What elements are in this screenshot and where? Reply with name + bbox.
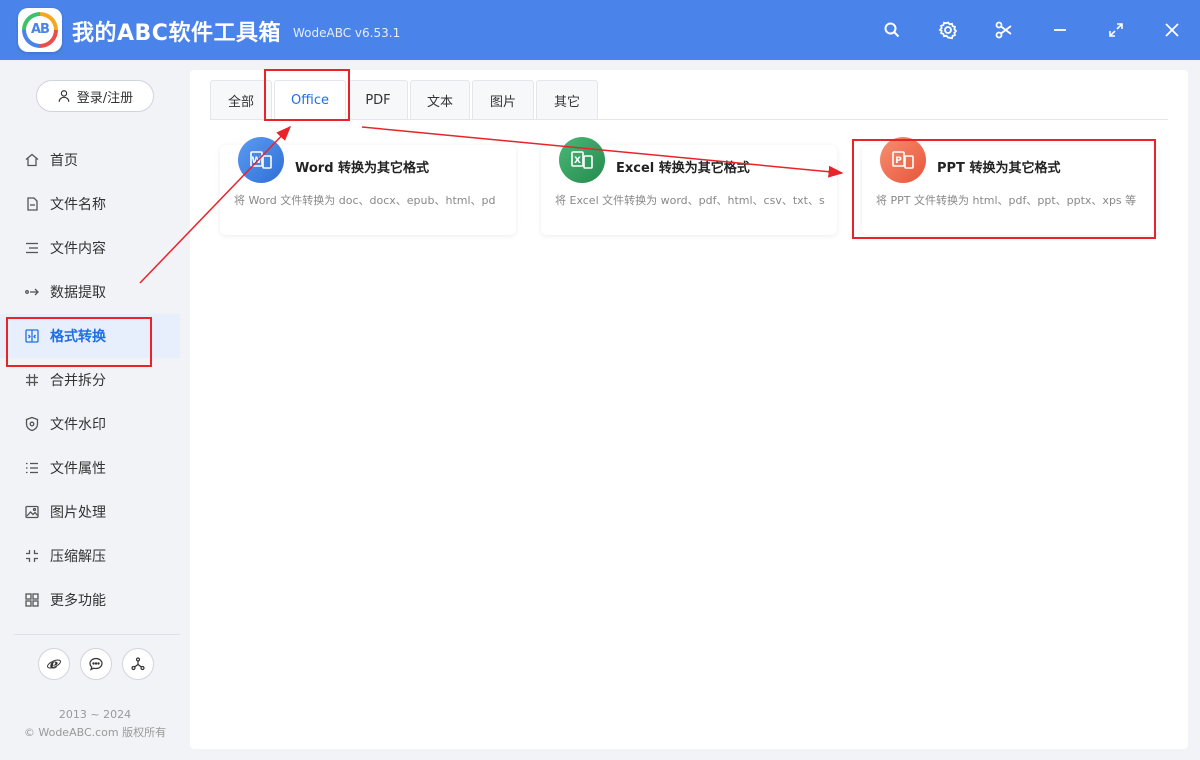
card-description: 将 Excel 文件转换为 word、pdf、html、csv、txt、s bbox=[555, 194, 825, 207]
ppt-convert-card[interactable]: P PPT 转换为其它格式 将 PPT 文件转换为 html、pdf、ppt、p… bbox=[862, 137, 1158, 235]
home-icon bbox=[25, 153, 39, 167]
sidebar-item-label: 数据提取 bbox=[50, 285, 106, 301]
user-icon bbox=[58, 90, 70, 102]
minimize-icon[interactable] bbox=[1048, 18, 1072, 42]
scissors-icon[interactable] bbox=[992, 18, 1016, 42]
card-title: Word 转换为其它格式 bbox=[295, 161, 430, 176]
app-logo: AB bbox=[18, 8, 62, 52]
title-bar: AB 我的ABC软件工具箱 WodeABC v6.53.1 bbox=[0, 0, 1200, 60]
chat-icon[interactable] bbox=[80, 648, 112, 680]
excel-convert-card[interactable]: X Excel 转换为其它格式 将 Excel 文件转换为 word、pdf、h… bbox=[541, 137, 837, 235]
tab-office[interactable]: Office bbox=[274, 80, 346, 120]
sidebar: 登录/注册 首页 文件名称 文件内容 数据提取 格式转换 合并拆分 文件水印 文… bbox=[0, 60, 180, 760]
gear-icon[interactable] bbox=[936, 18, 960, 42]
card-description: 将 PPT 文件转换为 html、pdf、ppt、pptx、xps 等 bbox=[876, 194, 1137, 207]
maximize-icon[interactable] bbox=[1104, 18, 1128, 42]
svg-text:X: X bbox=[574, 156, 581, 166]
sidebar-item-label: 文件内容 bbox=[50, 241, 106, 257]
sidebar-item-label: 文件名称 bbox=[50, 197, 106, 213]
app-version: WodeABC v6.53.1 bbox=[293, 26, 401, 40]
category-tabs: 全部 Office PDF 文本 图片 其它 bbox=[210, 80, 600, 120]
format-convert-icon bbox=[25, 329, 39, 343]
word-icon: W bbox=[238, 137, 284, 183]
app-logo-text: AB bbox=[26, 16, 54, 44]
excel-icon: X bbox=[559, 137, 605, 183]
watermark-icon bbox=[25, 416, 39, 432]
svg-text:W: W bbox=[252, 156, 262, 166]
sidebar-item-data-extract[interactable]: 数据提取 bbox=[0, 270, 180, 314]
search-icon[interactable] bbox=[880, 18, 904, 42]
tab-image[interactable]: 图片 bbox=[472, 80, 534, 120]
compress-icon bbox=[26, 550, 38, 562]
login-button[interactable]: 登录/注册 bbox=[36, 80, 154, 112]
sidebar-item-file-properties[interactable]: 文件属性 bbox=[0, 446, 180, 490]
close-icon[interactable] bbox=[1160, 18, 1184, 42]
tab-text[interactable]: 文本 bbox=[410, 80, 470, 120]
merge-split-icon bbox=[26, 374, 38, 386]
copyright-years: 2013 ~ 2024 bbox=[58, 708, 132, 721]
ppt-icon: P bbox=[880, 137, 926, 183]
file-name-icon bbox=[27, 197, 38, 211]
word-convert-card[interactable]: W Word 转换为其它格式 将 Word 文件转换为 doc、docx、epu… bbox=[220, 137, 516, 235]
sidebar-item-compress[interactable]: 压缩解压 bbox=[0, 534, 180, 578]
file-properties-icon bbox=[26, 462, 38, 474]
sidebar-item-file-content[interactable]: 文件内容 bbox=[0, 226, 180, 270]
sidebar-item-label: 首页 bbox=[50, 153, 78, 169]
tab-other[interactable]: 其它 bbox=[536, 80, 598, 120]
sidebar-item-more-features[interactable]: 更多功能 bbox=[0, 578, 180, 622]
tab-all[interactable]: 全部 bbox=[210, 80, 272, 120]
image-process-icon bbox=[25, 505, 39, 519]
card-title: Excel 转换为其它格式 bbox=[616, 161, 750, 176]
sidebar-item-label: 图片处理 bbox=[50, 505, 106, 521]
sidebar-item-label: 文件水印 bbox=[50, 417, 106, 433]
sidebar-item-file-name[interactable]: 文件名称 bbox=[0, 182, 180, 226]
sidebar-item-watermark[interactable]: 文件水印 bbox=[0, 402, 180, 446]
data-extract-icon bbox=[25, 288, 39, 296]
sidebar-item-image-process[interactable]: 图片处理 bbox=[0, 490, 180, 534]
ie-browser-icon[interactable]: e bbox=[38, 648, 70, 680]
main-panel: 全部 Office PDF 文本 图片 其它 W Word 转换为其它格式 将 … bbox=[190, 70, 1188, 749]
sidebar-item-label: 格式转换 bbox=[50, 329, 106, 345]
login-label: 登录/注册 bbox=[76, 90, 134, 106]
sidebar-item-merge-split[interactable]: 合并拆分 bbox=[0, 358, 180, 402]
sidebar-divider bbox=[14, 634, 180, 635]
sidebar-item-label: 压缩解压 bbox=[50, 549, 106, 565]
card-description: 将 Word 文件转换为 doc、docx、epub、html、pd bbox=[234, 194, 496, 207]
app-title: 我的ABC软件工具箱 bbox=[72, 21, 281, 46]
tabs-divider bbox=[210, 119, 1168, 120]
sidebar-bottom-icons: e bbox=[38, 648, 154, 680]
sidebar-nav: 首页 文件名称 文件内容 数据提取 格式转换 合并拆分 文件水印 文件属性 图片… bbox=[0, 138, 180, 622]
sidebar-item-home[interactable]: 首页 bbox=[0, 138, 180, 182]
file-content-icon bbox=[26, 242, 38, 254]
card-title: PPT 转换为其它格式 bbox=[937, 161, 1061, 176]
tab-pdf[interactable]: PDF bbox=[348, 80, 408, 120]
share-icon[interactable] bbox=[122, 648, 154, 680]
svg-text:P: P bbox=[895, 156, 902, 166]
sidebar-item-format-convert[interactable]: 格式转换 bbox=[0, 314, 180, 358]
copyright: 2013 ~ 2024 © WodeABC.com 版权所有 bbox=[0, 706, 190, 742]
more-features-icon bbox=[25, 593, 39, 607]
sidebar-item-label: 合并拆分 bbox=[50, 373, 106, 389]
copyright-text: © WodeABC.com 版权所有 bbox=[23, 726, 167, 739]
sidebar-item-label: 文件属性 bbox=[50, 461, 106, 477]
sidebar-item-label: 更多功能 bbox=[50, 593, 106, 609]
